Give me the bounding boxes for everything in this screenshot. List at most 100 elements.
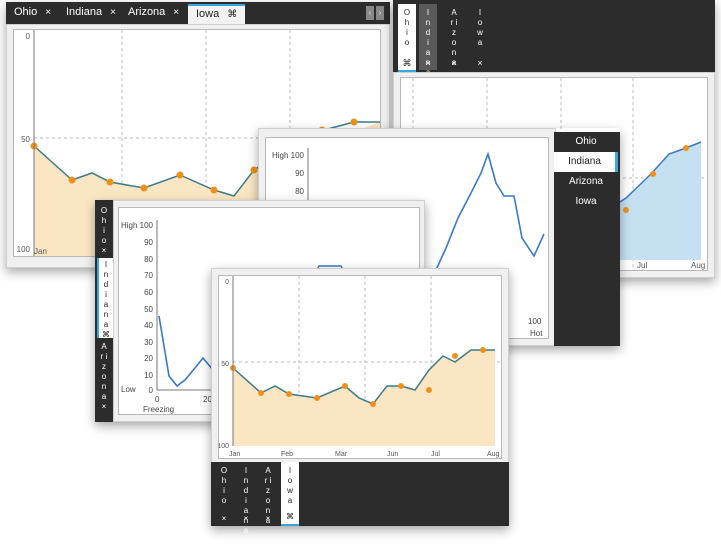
y-label-high: High [121, 221, 137, 230]
close-icon[interactable]: × [173, 7, 179, 18]
y-tick: 80 [144, 255, 153, 264]
x-tick: Feb [281, 451, 293, 458]
data-point [286, 391, 292, 397]
tab-iowa[interactable]: Iowa ⌘ [188, 4, 246, 24]
close-icon[interactable]: × [261, 514, 275, 524]
y-tick: 100 [291, 151, 305, 160]
x-tick: Jul [431, 451, 440, 458]
x-tick: 0 [155, 395, 160, 404]
tab-ohio[interactable]: O h i o ⌘ [398, 4, 416, 72]
x-tick: Aug [487, 451, 500, 458]
tab-label: I o w a [477, 8, 483, 47]
tab-iowa[interactable]: Iowa [554, 192, 618, 212]
y-tick: 50 [144, 305, 153, 314]
y-tick: 50 [221, 361, 229, 368]
line-series [158, 315, 214, 388]
y-tick: High [272, 151, 288, 160]
tab-label: Ohio [14, 6, 38, 18]
scroll-left-button[interactable]: ‹ [366, 6, 374, 20]
data-point [176, 171, 184, 179]
x-tick: Jun [387, 451, 398, 458]
tab-indiana[interactable]: Indiana × [66, 2, 116, 22]
top-left-tab-bar: Ohio × Indiana × Arizona × Iowa ⌘ ‹ › [6, 2, 390, 24]
data-point [140, 184, 148, 192]
data-point [683, 145, 689, 151]
tab-label: I n d i a n a [243, 466, 249, 535]
data-point [250, 166, 258, 174]
close-icon[interactable]: × [110, 7, 116, 18]
tab-label: I n d i a n a [103, 260, 109, 329]
data-point [650, 171, 656, 177]
middle-tab-list: Ohio Indiana Arizona Iowa [554, 132, 620, 346]
y-tick: 80 [295, 187, 304, 196]
front-plot: 0 50 100 Jan Feb Mar Jun Jul Aug [218, 275, 502, 459]
y-tick: 90 [295, 169, 304, 178]
pin-icon[interactable]: ⌘ [99, 330, 113, 340]
tab-arizona[interactable]: Arizona × [128, 2, 179, 22]
tab-label: O h i o [100, 206, 108, 245]
data-point [426, 387, 432, 393]
tab-ohio[interactable]: Ohio × [14, 2, 51, 22]
tab-iowa[interactable]: I o w a ⌘ [281, 462, 299, 526]
close-icon[interactable]: × [239, 514, 253, 524]
pin-icon[interactable]: ⌘ [398, 58, 416, 68]
data-point [68, 176, 76, 184]
tab-arizona[interactable]: A r i z o n a × [445, 4, 463, 70]
tab-iowa[interactable]: I o w a × [471, 4, 489, 70]
tab-label: A r i z o n a [100, 342, 108, 401]
tab-indiana[interactable]: I n d i a n a ⌘ [97, 258, 113, 340]
y-tick: 20 [144, 354, 153, 363]
close-icon[interactable]: × [97, 246, 111, 256]
y-tick: 0 [26, 32, 31, 41]
y-tick: 100 [140, 221, 154, 230]
front-tab-bar: O h i o × I n d i a n a × A r i z o n a … [211, 462, 509, 535]
close-icon[interactable]: × [445, 58, 463, 68]
data-point [106, 178, 114, 186]
tab-ohio[interactable]: O h i o × [97, 206, 111, 256]
pin-icon[interactable]: ⌘ [227, 9, 237, 20]
tab-indiana[interactable]: I n d i a n a × [419, 4, 437, 77]
close-icon[interactable]: × [45, 7, 51, 18]
x-tick: Mar [335, 451, 348, 458]
tab-ohio[interactable]: O h i o × [217, 466, 231, 524]
tab-label: Iowa [196, 8, 220, 20]
tab-indiana[interactable]: Indiana [554, 152, 618, 172]
y-tick: 10 [144, 371, 153, 380]
close-icon[interactable]: × [419, 58, 437, 68]
y-tick: 50 [21, 135, 30, 144]
close-icon[interactable]: × [471, 58, 489, 68]
tab-label: O h i o [403, 8, 411, 47]
scroll-right-button[interactable]: › [376, 6, 384, 20]
x-tick: Hot [530, 329, 543, 338]
x-tick: Jan [229, 451, 240, 458]
tab-label: Indiana [66, 6, 103, 18]
data-point [258, 390, 264, 396]
x-label: Freezing [143, 405, 174, 414]
pin-icon[interactable]: ⌘ [281, 512, 299, 522]
tab-indiana[interactable]: I n d i a n a × [239, 466, 253, 535]
close-icon[interactable]: × [97, 402, 111, 412]
data-point [350, 118, 358, 126]
tab-ohio[interactable]: Ohio [554, 132, 618, 152]
left-tab-list: O h i o × I n d i a n a ⌘ A r i z o n a … [95, 200, 113, 422]
data-point [398, 383, 404, 389]
line-series [435, 151, 545, 271]
tab-label: O h i o [220, 466, 228, 505]
y-tick: 30 [144, 338, 153, 347]
tab-arizona[interactable]: A r i z o n a × [261, 466, 275, 525]
x-tick: Aug [691, 261, 705, 270]
data-point [452, 353, 458, 359]
data-point [370, 401, 376, 407]
top-right-tab-bar: O h i o ⌘ I n d i a n a × A r i z o n a … [393, 0, 715, 77]
tab-arizona[interactable]: A r i z o n a × [97, 342, 111, 422]
tab-label: Arizona [128, 6, 166, 18]
tab-arizona[interactable]: Arizona [554, 172, 618, 192]
close-icon[interactable]: × [217, 514, 231, 524]
tab-label: I o w a [287, 466, 293, 505]
data-point [342, 383, 348, 389]
y-tick: 100 [17, 245, 31, 254]
y-tick: 90 [144, 238, 153, 247]
data-point [623, 207, 629, 213]
y-tick: 0 [225, 279, 229, 286]
x-tick: Jan [34, 247, 47, 256]
